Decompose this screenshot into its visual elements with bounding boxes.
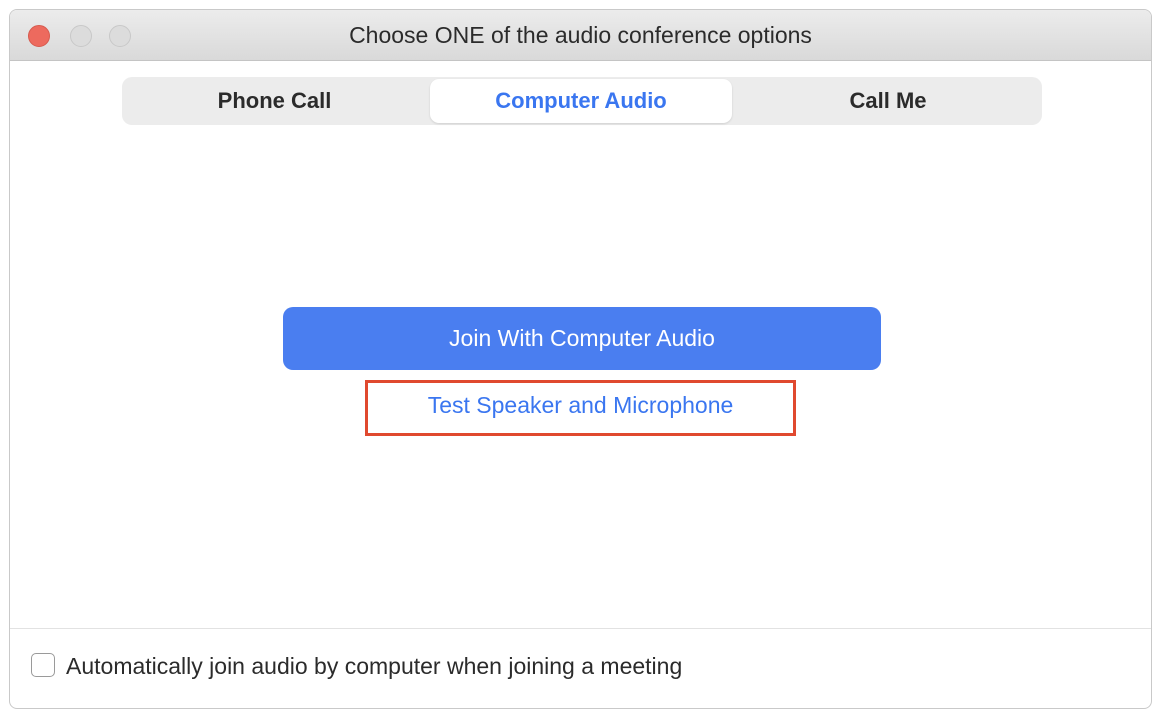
audio-options-window: Choose ONE of the audio conference optio… <box>9 9 1152 709</box>
auto-join-label: Automatically join audio by computer whe… <box>66 653 683 679</box>
title-bar: Choose ONE of the audio conference optio… <box>10 10 1151 61</box>
join-computer-audio-button[interactable]: Join With Computer Audio <box>283 307 881 370</box>
auto-join-checkbox[interactable] <box>31 653 55 677</box>
test-speaker-microphone-link[interactable]: Test Speaker and Microphone <box>10 392 1151 419</box>
tab-phone-call[interactable]: Phone Call <box>122 77 427 125</box>
screenshot-page: Choose ONE of the audio conference optio… <box>0 0 1160 720</box>
tab-computer-audio[interactable]: Computer Audio <box>430 79 732 123</box>
window-title: Choose ONE of the audio conference optio… <box>349 22 812 48</box>
tab-call-me[interactable]: Call Me <box>734 77 1042 125</box>
audio-option-tabs: Phone Call Computer Audio Call Me <box>122 77 1042 125</box>
footer: Automatically join audio by computer whe… <box>10 628 1151 708</box>
